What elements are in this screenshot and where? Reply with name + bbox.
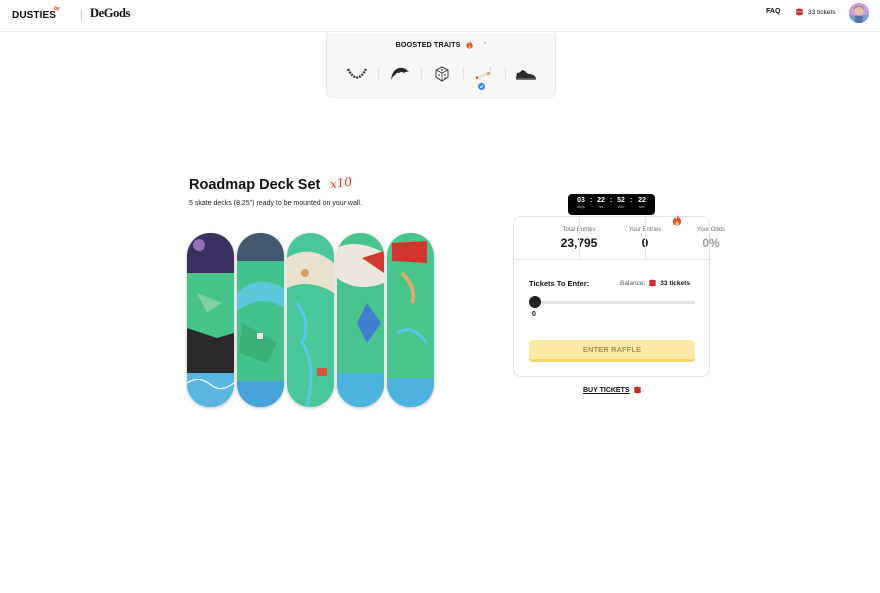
boosted-traits-header[interactable]: BOOSTED TRAITS ^ — [327, 40, 555, 49]
page-title: Roadmap Deck Set — [189, 177, 321, 193]
timer-separator: : — [610, 197, 613, 204]
ticket-slider-handle[interactable] — [529, 296, 541, 308]
timer-separator: : — [630, 197, 633, 204]
enter-raffle-button[interactable]: ENTER RAFFLE — [529, 340, 695, 362]
chevron-up-icon[interactable]: ^ — [484, 42, 487, 48]
flame-icon — [672, 214, 682, 226]
trait-shoe[interactable] — [509, 61, 543, 87]
boosted-traits-title: BOOSTED TRAITS — [395, 40, 461, 49]
timer-minutes: 52 min — [617, 197, 625, 209]
timer-hours: 22 hrs — [597, 197, 605, 209]
trait-dice[interactable] — [425, 61, 459, 87]
ticket-icon — [649, 279, 657, 287]
ticket-slider-track[interactable] — [535, 301, 695, 304]
trait-chain[interactable] — [340, 61, 374, 87]
hair-trait-icon — [391, 67, 409, 80]
your-entries-stat: Your Entries 0 — [628, 227, 662, 250]
cigarette-trait-icon — [475, 66, 491, 80]
dusties-logo-sup: by — [54, 6, 60, 12]
trait-divider — [463, 67, 464, 80]
balance-display: Balance: 33 tickets — [620, 279, 690, 287]
degods-logo: DeGods — [90, 6, 130, 20]
dice-trait-icon — [435, 66, 449, 82]
selected-check-icon — [478, 83, 485, 90]
trait-divider — [421, 67, 422, 80]
product-description: 5 skate decks (8.25") ready to be mounte… — [189, 200, 362, 207]
skate-deck-2 — [237, 233, 284, 407]
timer-separator: : — [590, 197, 593, 204]
skate-deck-4 — [337, 233, 384, 407]
boosted-traits-panel: BOOSTED TRAITS ^ — [326, 33, 556, 98]
buy-tickets-link[interactable]: BUY TICKETS — [583, 386, 642, 394]
top-nav: DUSTIES by DeGods FAQ 33 tickets — [0, 0, 880, 32]
ticket-balance-button[interactable]: 33 tickets — [795, 6, 835, 18]
brand-logo[interactable]: DUSTIES by DeGods — [12, 6, 130, 23]
raffle-card: Total Entries 23,795 Your Entries 0 Your… — [513, 214, 725, 377]
ticket-icon — [796, 8, 803, 16]
trait-divider — [505, 67, 506, 80]
quantity-badge: x10 — [329, 174, 353, 192]
ticket-slider-value: 0 — [532, 311, 536, 318]
trait-hair[interactable] — [383, 61, 417, 87]
tickets-to-enter-label: Tickets To Enter: — [529, 279, 590, 288]
timer-days: 03 days — [577, 197, 585, 209]
faq-link[interactable]: FAQ — [766, 8, 780, 15]
raffle-stats: Total Entries 23,795 Your Entries 0 Your… — [514, 214, 725, 260]
flame-icon — [465, 40, 473, 49]
skate-deck-5 — [387, 233, 434, 407]
skate-deck-1 — [187, 233, 234, 407]
timer-seconds: 22 sec — [638, 197, 646, 209]
avatar[interactable] — [849, 3, 869, 23]
dusties-logo: DUSTIES — [12, 9, 57, 21]
total-entries-stat: Total Entries 23,795 — [561, 227, 598, 250]
shoe-trait-icon — [516, 70, 536, 80]
trait-divider — [378, 67, 379, 80]
countdown-timer: 03 days : 22 hrs : 52 min : 22 sec — [568, 194, 655, 215]
chain-trait-icon — [346, 68, 368, 79]
skate-deck-3 — [287, 233, 334, 407]
brand-divider — [81, 9, 82, 21]
product-image-skate-decks — [186, 233, 434, 409]
ticket-count: 33 tickets — [808, 8, 836, 16]
ticket-icon — [633, 386, 641, 394]
